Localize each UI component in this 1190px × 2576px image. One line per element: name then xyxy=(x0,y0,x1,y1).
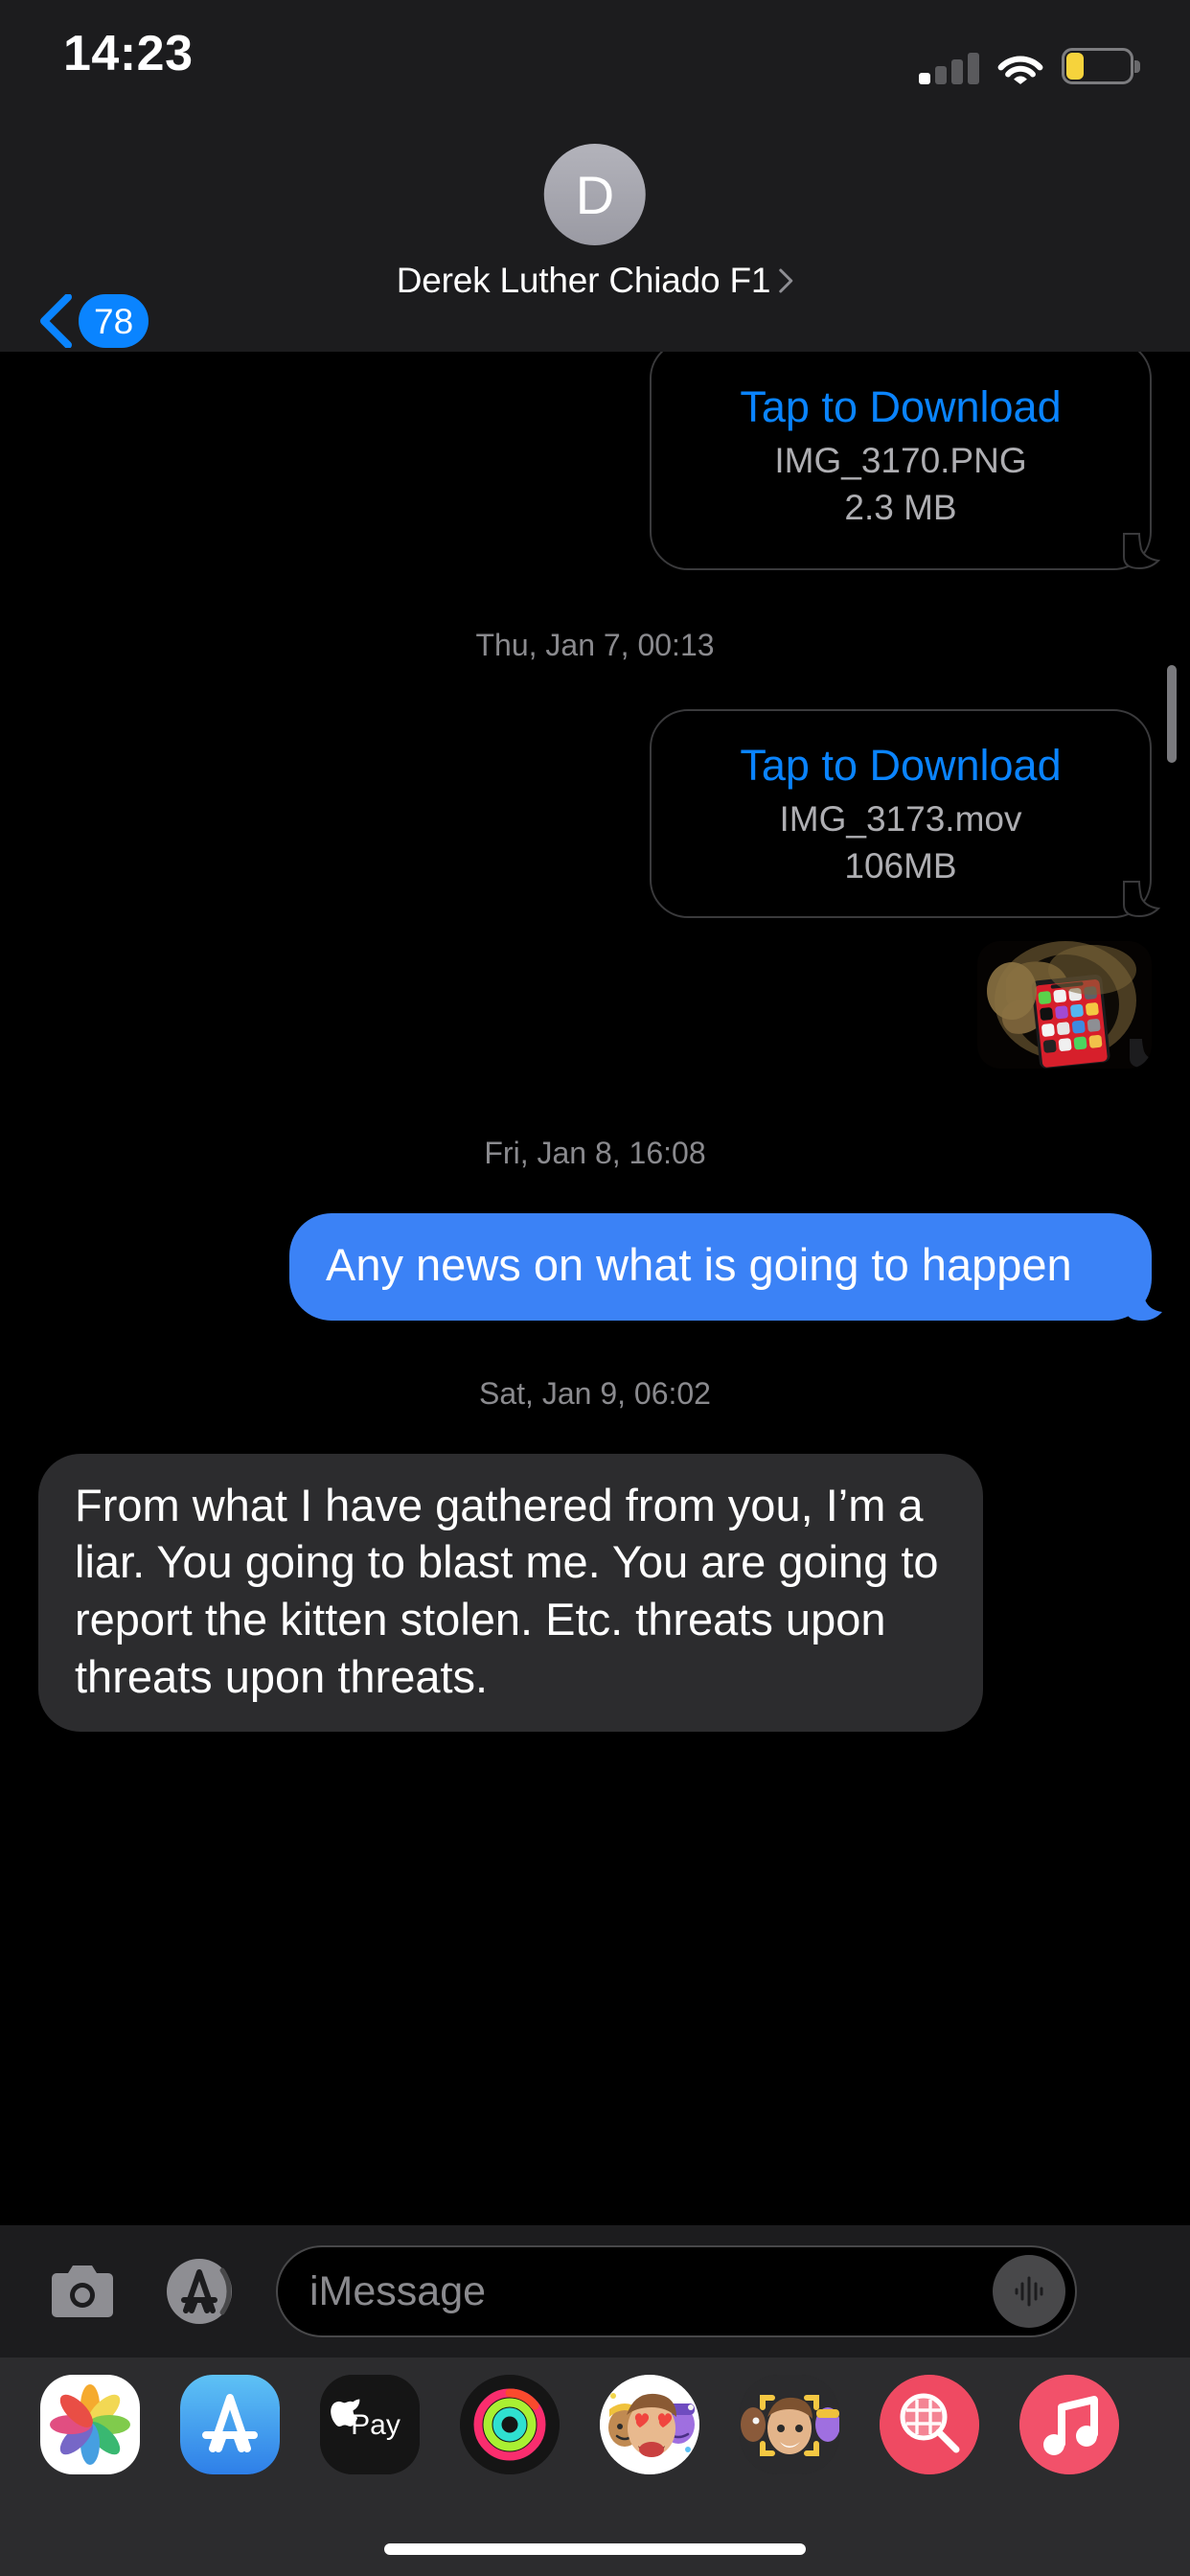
imessage-app-drawer[interactable]: Pay xyxy=(0,2358,1190,2492)
tap-to-download-label[interactable]: Tap to Download xyxy=(740,740,1061,793)
message-row: Tap to Download IMG_3170.PNG 2.3 MB xyxy=(0,352,1190,570)
attachment-file-size: 106MB xyxy=(844,845,957,886)
fitness-app-icon[interactable] xyxy=(460,2375,560,2474)
bubble-tail-icon xyxy=(1123,881,1160,918)
photos-app-icon[interactable] xyxy=(40,2375,140,2474)
contact-header[interactable]: D Derek Luther Chiado F1 xyxy=(397,144,793,301)
wifi-icon xyxy=(997,56,1043,84)
photo-message-bubble[interactable] xyxy=(977,941,1152,1069)
audio-waveform-icon xyxy=(1015,2276,1043,2307)
status-bar-clock: 14:23 xyxy=(63,26,194,81)
timestamp: Thu, Jan 7, 00:13 xyxy=(475,628,715,662)
status-bar: 14:23 xyxy=(0,0,1190,126)
memoji-stickers-icon xyxy=(600,2375,699,2474)
attachment-bubble[interactable]: Tap to Download IMG_3173.mov 106MB xyxy=(650,709,1160,918)
timestamp: Fri, Jan 8, 16:08 xyxy=(484,1136,706,1170)
bubble-tail-icon xyxy=(1126,1283,1162,1321)
memoji-camera-icon xyxy=(740,2375,839,2474)
battery-low-icon xyxy=(1062,48,1140,84)
music-app-icon[interactable] xyxy=(1019,2375,1119,2474)
audio-record-button[interactable] xyxy=(993,2255,1065,2328)
tap-to-download-label[interactable]: Tap to Download xyxy=(740,381,1061,434)
app-store-glyph-icon xyxy=(180,2375,280,2474)
contact-name: Derek Luther Chiado F1 xyxy=(396,261,771,300)
timestamp: Sat, Jan 9, 06:02 xyxy=(479,1375,711,1411)
memoji-stickers-app-icon[interactable] xyxy=(600,2375,699,2474)
home-bar-area xyxy=(0,2492,1190,2576)
imessage-conversation-screen: 14:23 78 D Derek Luther Chiado F1 Tap to… xyxy=(0,0,1190,2576)
images-app-icon[interactable] xyxy=(880,2375,979,2474)
home-indicator[interactable] xyxy=(384,2543,806,2555)
message-row xyxy=(0,941,1190,1069)
message-row: From what I have gathered from you, I’m … xyxy=(0,1453,1190,1733)
contact-name-row: Derek Luther Chiado F1 xyxy=(397,261,793,301)
message-input-field[interactable]: iMessage xyxy=(276,2245,1077,2337)
app-store-app-icon[interactable] xyxy=(180,2375,280,2474)
bubble-tail-icon xyxy=(1123,533,1160,570)
activity-rings-icon xyxy=(460,2375,560,2474)
memoji-app-icon[interactable] xyxy=(740,2375,839,2474)
message-text: Any news on what is going to happen xyxy=(326,1239,1072,1290)
message-input-bar: iMessage xyxy=(0,2225,1190,2358)
camera-button[interactable] xyxy=(50,2262,115,2321)
unread-count-badge: 78 xyxy=(79,294,149,348)
app-store-button[interactable] xyxy=(163,2255,236,2328)
photo-thumbnail xyxy=(977,941,1152,1069)
attachment-file-name: IMG_3173.mov xyxy=(779,798,1022,839)
sent-message-bubble[interactable]: Any news on what is going to happen xyxy=(289,1213,1162,1321)
music-note-icon xyxy=(1019,2375,1119,2474)
chevron-right-icon xyxy=(779,268,793,293)
photos-pinwheel-icon xyxy=(50,2384,130,2465)
app-store-icon xyxy=(167,2259,232,2324)
message-list[interactable]: Tap to Download IMG_3170.PNG 2.3 MB Thu,… xyxy=(0,352,1190,2225)
message-text: From what I have gathered from you, I’m … xyxy=(75,1479,939,1702)
navigation-bar: 78 D Derek Luther Chiado F1 xyxy=(0,126,1190,352)
camera-icon xyxy=(52,2266,113,2317)
scrollbar[interactable] xyxy=(1167,665,1177,763)
avatar: D xyxy=(543,144,646,245)
attachment-bubble[interactable]: Tap to Download IMG_3170.PNG 2.3 MB xyxy=(650,352,1160,570)
svg-text:Pay: Pay xyxy=(351,2409,400,2441)
images-search-icon xyxy=(880,2375,979,2474)
received-message-bubble[interactable]: From what I have gathered from you, I’m … xyxy=(38,1453,983,1733)
chevron-left-icon xyxy=(40,294,72,348)
message-input-placeholder: iMessage xyxy=(309,2267,487,2314)
message-row: Any news on what is going to happen xyxy=(0,1213,1190,1321)
message-row: Tap to Download IMG_3173.mov 106MB xyxy=(0,709,1190,918)
apple-pay-glyph-icon: Pay xyxy=(320,2375,420,2474)
back-button[interactable]: 78 xyxy=(38,294,149,348)
status-bar-indicators xyxy=(919,42,1140,84)
attachment-file-size: 2.3 MB xyxy=(844,487,957,527)
apple-pay-app-icon[interactable]: Pay xyxy=(320,2375,420,2474)
bubble-tail-icon xyxy=(1130,1039,1152,1068)
attachment-file-name: IMG_3170.PNG xyxy=(774,440,1027,480)
cellular-signal-icon xyxy=(919,53,979,84)
